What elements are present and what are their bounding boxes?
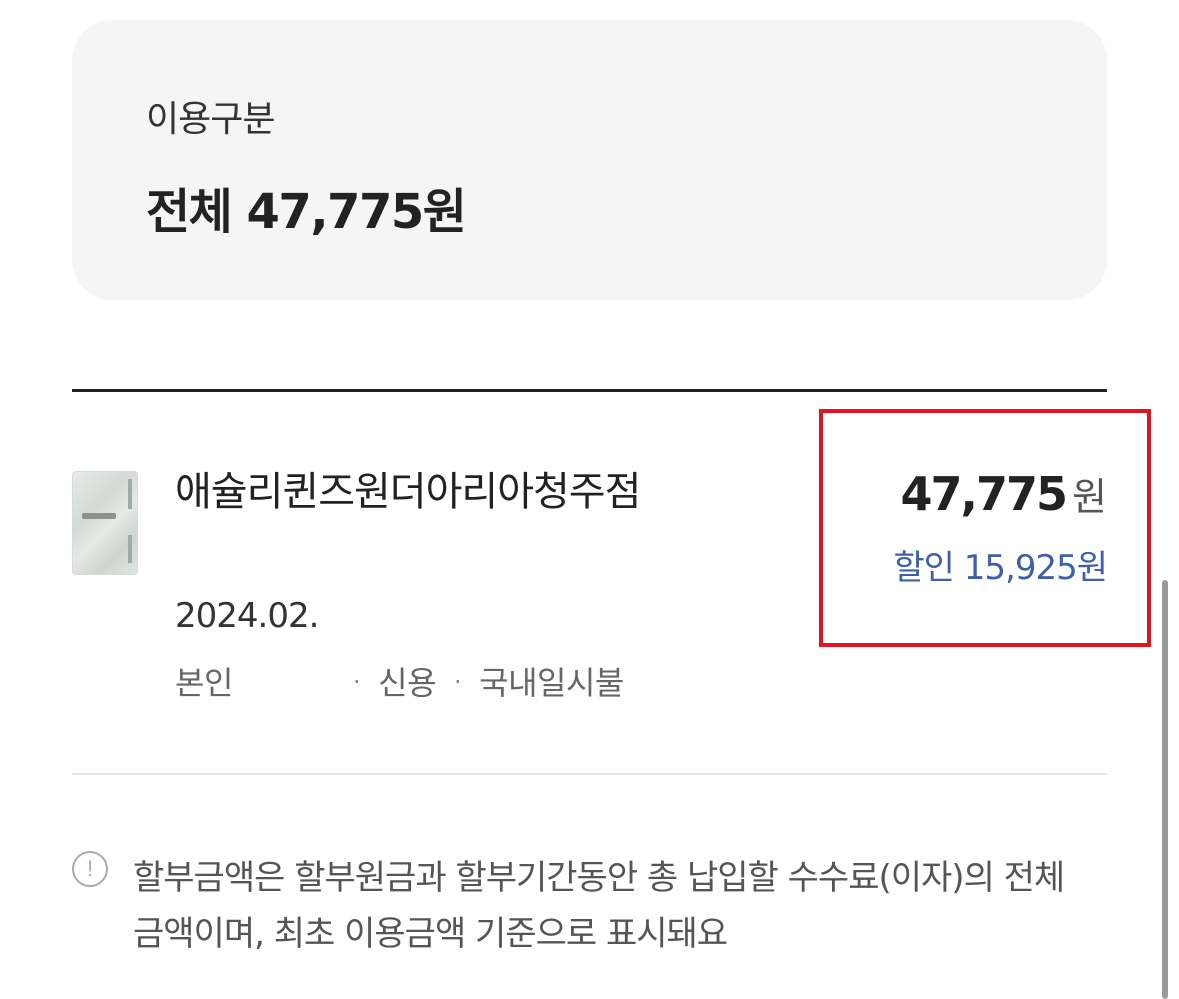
transaction-meta: 본인 · 신용 · 국내일시불 [175, 658, 624, 704]
meta-separator: · [454, 668, 462, 696]
usage-summary-card: 이용구분 전체 47,775원 [72, 20, 1107, 300]
merchant-name: 애슐리퀸즈원더아리아청주점 [175, 469, 641, 515]
amount-value: 47,775 [900, 467, 1069, 521]
card-thumbnail-icon [72, 471, 138, 575]
meta-separator: · [353, 668, 361, 696]
transaction-date: 2024.02. [175, 596, 319, 636]
installment-type: 국내일시불 [479, 664, 624, 702]
usage-total-amount: 전체 47,775원 [146, 184, 467, 240]
discount-amount: 할인 15,925원 [893, 548, 1108, 588]
payment-type: 신용 [378, 664, 437, 702]
card-user: 본인 [175, 664, 233, 702]
usage-category-label: 이용구분 [146, 99, 275, 140]
installment-notice-text: 할부금액은 할부원금과 할부기간동안 총 납입할 수수료(이자)의 전체금액이며… [133, 858, 1065, 954]
transaction-amount: 47,775 원 [901, 466, 1107, 521]
section-divider [72, 389, 1107, 392]
section-divider-light [72, 773, 1107, 775]
scrollbar[interactable] [1162, 580, 1168, 999]
exclamation-circle-icon: ! [72, 851, 108, 887]
amount-highlight-box [819, 409, 1151, 647]
amount-currency: 원 [1072, 475, 1107, 519]
